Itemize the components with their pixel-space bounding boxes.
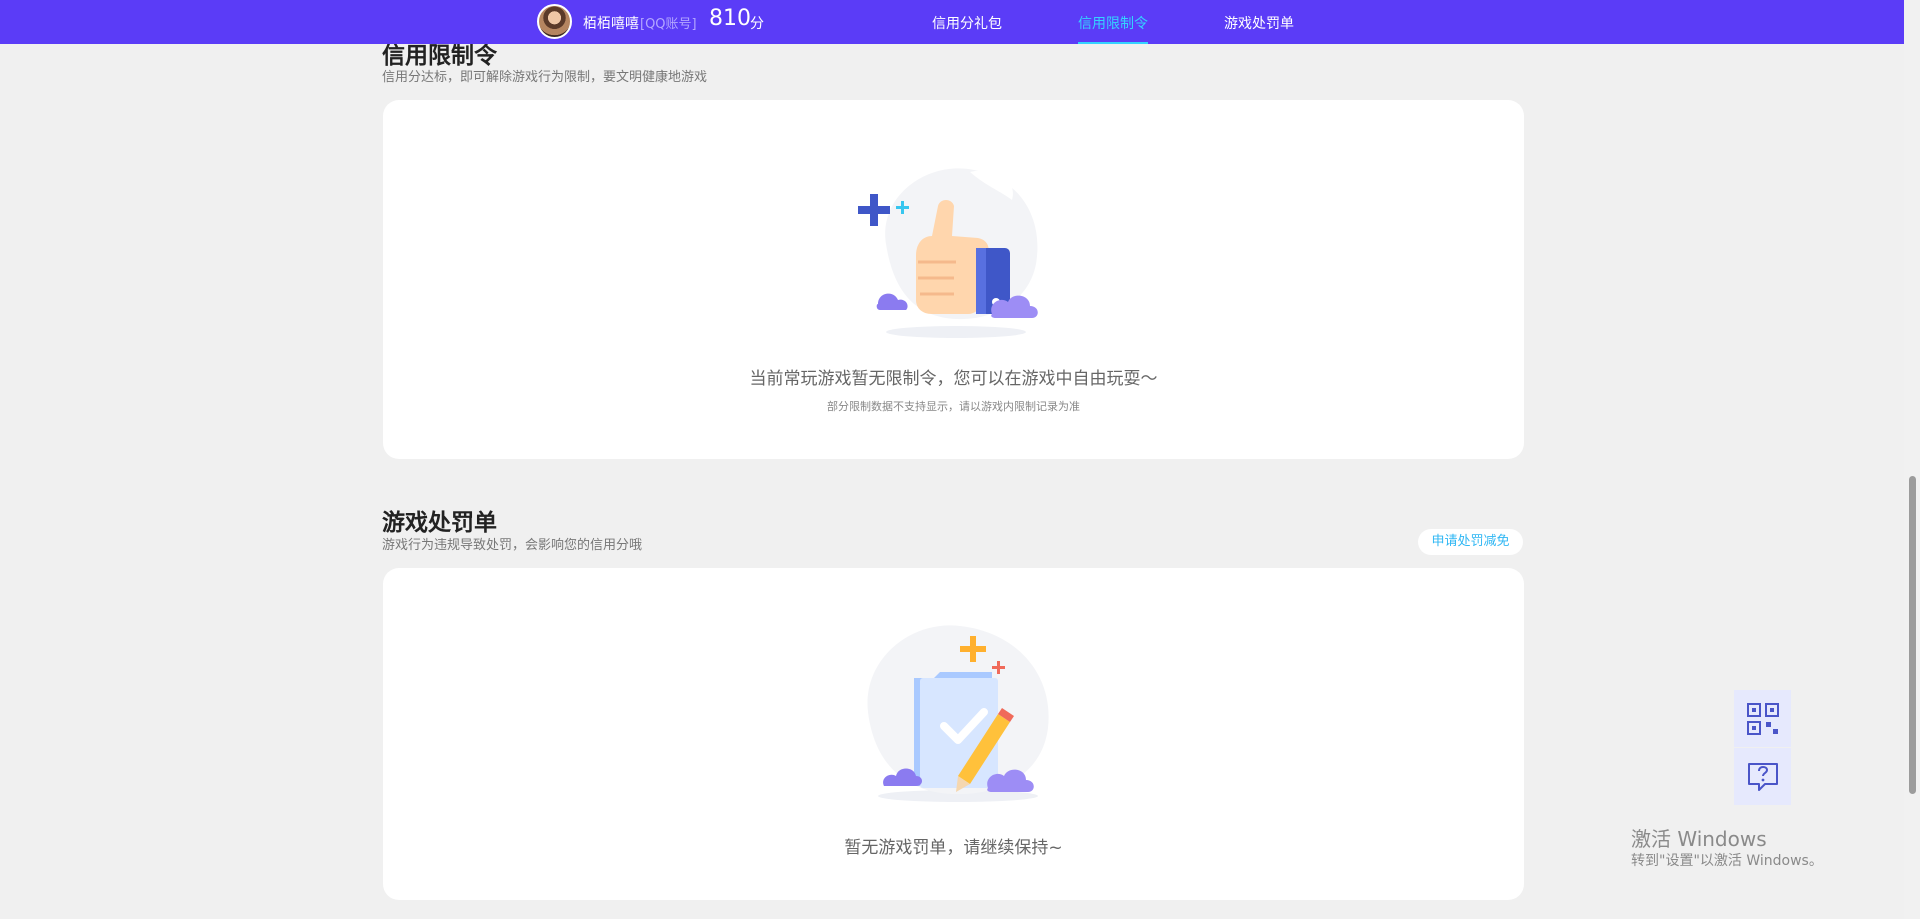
top-nav-bar: 栢栢嘻嘻 [QQ账号] 810 分 信用分礼包 信用限制令 游戏处罚单 [0,0,1904,44]
clipboard-check-illustration [867,625,1049,802]
user-name: 栢栢嘻嘻 [583,16,639,32]
avatar[interactable] [537,4,572,39]
score-unit: 分 [750,16,764,32]
penalty-message: 暂无游戏罚单，请继续保持~ [844,838,1063,858]
restriction-card: 当前常玩游戏暂无限制令，您可以在游戏中自由玩耍～ 部分限制数据不支持显示，请以游… [383,100,1524,459]
scrollbar-thumb[interactable] [1909,476,1916,794]
tab-credit-restriction[interactable]: 信用限制令 [1078,13,1148,44]
penalty-subtitle: 游戏行为违规导致处罚，会影响您的信用分哦 [382,538,643,553]
tab-credit-gift[interactable]: 信用分礼包 [932,13,1002,33]
help-feedback-button[interactable] [1734,748,1791,805]
penalty-title: 游戏处罚单 [382,510,497,536]
thumbs-up-illustration [858,168,1038,338]
penalty-card: 暂无游戏罚单，请继续保持~ [383,568,1524,900]
qr-code-button[interactable] [1734,690,1791,747]
tab-game-penalty[interactable]: 游戏处罚单 [1224,13,1294,33]
windows-activation-title: 激活 Windows [1631,827,1767,851]
restriction-message: 当前常玩游戏暂无限制令，您可以在游戏中自由玩耍～ [749,369,1158,389]
restriction-note: 部分限制数据不支持显示，请以游戏内限制记录为准 [827,400,1080,413]
credit-score: 810 [709,6,751,31]
question-chat-icon [1747,762,1778,791]
apply-penalty-reduction-button[interactable]: 申请处罚减免 [1418,529,1523,555]
restriction-subtitle: 信用分达标，即可解除游戏行为限制，要文明健康地游戏 [382,70,708,85]
windows-activation-subtitle: 转到"设置"以激活 Windows。 [1631,853,1823,869]
account-type: [QQ账号] [640,17,697,32]
qr-code-icon [1746,702,1779,735]
